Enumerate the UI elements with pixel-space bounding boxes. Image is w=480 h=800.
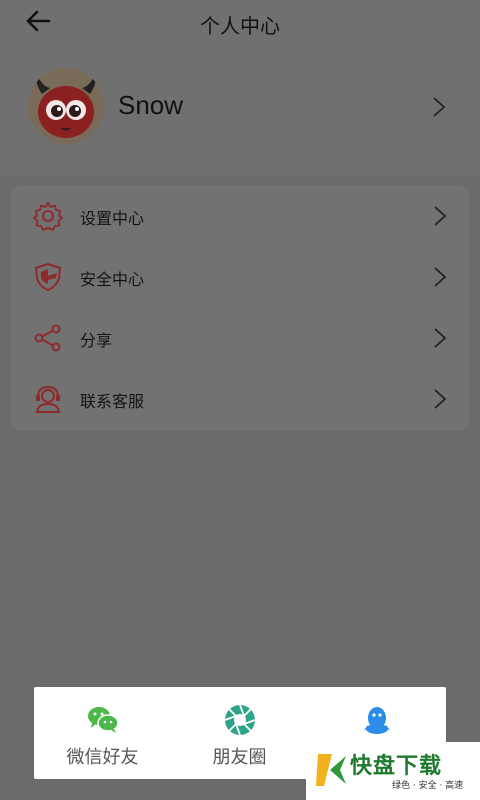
- share-option-label: 微信好友: [66, 747, 139, 768]
- menu-item-security[interactable]: 安全中心: [11, 246, 469, 307]
- kuaipan-logo-icon: [316, 754, 346, 786]
- chevron-right-icon: [434, 267, 447, 287]
- share-icon: [34, 324, 61, 352]
- watermark-text: 快盘下载: [350, 754, 443, 779]
- gear-icon: [33, 202, 63, 231]
- wechat-icon: [87, 707, 119, 733]
- menu-item-customer-service[interactable]: 联系客服: [11, 368, 469, 429]
- page-title: 个人中心: [200, 14, 280, 38]
- shield-icon: [35, 263, 61, 291]
- customer-service-icon: [35, 385, 61, 413]
- avatar[interactable]: [28, 68, 104, 144]
- watermark-logo: 快盘下载 绿色 · 安全 · 高速: [306, 742, 480, 800]
- watermark-subtext: 绿色 · 安全 · 高速: [392, 781, 464, 791]
- menu-item-label: 分享: [80, 331, 113, 350]
- share-moments-button[interactable]: 朋友圈: [171, 687, 308, 779]
- menu-item-share[interactable]: 分享: [11, 307, 469, 368]
- chevron-right-icon: [434, 206, 447, 226]
- nav-bar: 个人中心: [0, 0, 480, 46]
- profile-row[interactable]: Snow: [0, 68, 480, 148]
- devil-avatar-icon: [28, 68, 104, 144]
- chevron-right-icon: [433, 97, 446, 117]
- menu-item-label: 安全中心: [80, 270, 145, 289]
- chevron-right-icon: [434, 328, 447, 348]
- menu-item-settings[interactable]: 设置中心: [11, 185, 469, 246]
- top-area: 个人中心 Snow: [0, 0, 480, 176]
- chevron-right-icon: [434, 389, 447, 409]
- share-wechat-button[interactable]: 微信好友: [34, 687, 171, 779]
- qq-icon: [363, 707, 390, 734]
- share-option-label: 朋友圈: [212, 747, 267, 768]
- menu-item-label: 联系客服: [80, 392, 145, 411]
- username: Snow: [118, 90, 184, 120]
- menu-item-label: 设置中心: [80, 209, 145, 228]
- moments-icon: [224, 704, 255, 736]
- menu-card: 设置中心 安全中心 分享 联系客服: [11, 185, 469, 431]
